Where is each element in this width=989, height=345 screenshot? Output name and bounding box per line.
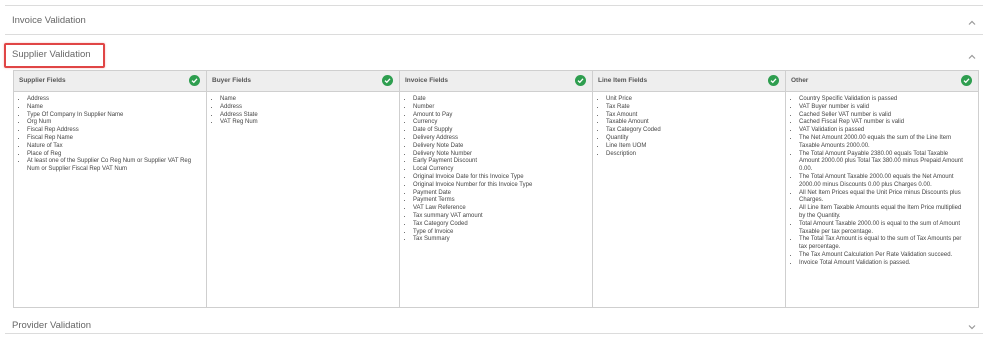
- list-item: Payment Date: [413, 190, 588, 198]
- column-header: Supplier Fields: [14, 71, 206, 92]
- list-item: VAT Law Reference: [413, 205, 588, 213]
- divider: [5, 34, 983, 35]
- column-title: Buyer Fields: [212, 77, 252, 84]
- list-item: Original Invoice Number for this Invoice…: [413, 182, 588, 190]
- column-header: Buyer Fields: [207, 71, 399, 92]
- column-line-item-fields: Line Item Fields Unit PriceTax RateTax A…: [593, 71, 786, 307]
- list-item: Delivery Note Date: [413, 143, 588, 151]
- field-list: NameAddressAddress StateVAT Reg Num: [220, 96, 395, 127]
- list-item: Tax Amount: [606, 112, 781, 120]
- list-item: Tax Category Coded: [606, 127, 781, 135]
- field-list: AddressNameType Of Company In Supplier N…: [27, 96, 202, 174]
- column-other: Other Country Specific Validation is pas…: [786, 71, 978, 307]
- list-item: All Net Item Prices equal the Unit Price…: [799, 190, 966, 206]
- list-item: Fiscal Rep Name: [27, 135, 202, 143]
- check-icon: [768, 75, 779, 86]
- list-item: The Total Tax Amount is equal to the sum…: [799, 236, 966, 252]
- list-item: Early Payment Discount: [413, 158, 588, 166]
- list-item: Name: [27, 104, 202, 112]
- list-item: Type of Invoice: [413, 229, 588, 237]
- column-supplier-fields: Supplier Fields AddressNameType Of Compa…: [14, 71, 207, 307]
- list-item: The Tax Amount Calculation Per Rate Vali…: [799, 252, 966, 260]
- chevron-up-icon[interactable]: [967, 18, 977, 28]
- column-title: Invoice Fields: [405, 77, 448, 84]
- list-item: Address: [27, 96, 202, 104]
- check-icon: [189, 75, 200, 86]
- list-item: Address: [220, 104, 395, 112]
- chevron-up-icon[interactable]: [967, 52, 977, 62]
- list-item: Local Currency: [413, 166, 588, 174]
- check-icon: [961, 75, 972, 86]
- provider-validation-header[interactable]: Provider Validation: [0, 313, 989, 339]
- column-header: Line Item Fields: [593, 71, 785, 92]
- list-item: Unit Price: [606, 96, 781, 104]
- column-title: Other: [791, 77, 809, 84]
- list-item: Taxable Amount: [606, 119, 781, 127]
- supplier-validation-header[interactable]: Supplier Validation: [0, 42, 989, 68]
- list-item: Tax summary VAT amount: [413, 213, 588, 221]
- list-item: Fiscal Rep Address: [27, 127, 202, 135]
- column-header: Other: [786, 71, 978, 92]
- list-item: Original Invoice Date for this Invoice T…: [413, 174, 588, 182]
- list-item: Currency: [413, 119, 588, 127]
- list-item: VAT Reg Num: [220, 119, 395, 127]
- invoice-validation-title: Invoice Validation: [12, 15, 86, 26]
- field-list: Country Specific Validation is passedVAT…: [799, 96, 966, 268]
- list-item: All Line Item Taxable Amounts equal the …: [799, 205, 966, 221]
- list-item: Line Item UOM: [606, 143, 781, 151]
- list-item: Country Specific Validation is passed: [799, 96, 966, 104]
- provider-validation-title: Provider Validation: [12, 320, 92, 331]
- list-item: Quantity: [606, 135, 781, 143]
- list-item: Address State: [220, 112, 395, 120]
- check-icon: [382, 75, 393, 86]
- list-item: Org Num: [27, 119, 202, 127]
- list-item: Number: [413, 104, 588, 112]
- list-item: The Net Amount 2000.00 equals the sum of…: [799, 135, 966, 151]
- supplier-validation-table: Supplier Fields AddressNameType Of Compa…: [13, 70, 979, 308]
- column-invoice-fields: Invoice Fields DateNumberAmount to PayCu…: [400, 71, 593, 307]
- divider: [5, 333, 983, 334]
- list-item: Payment Terms: [413, 197, 588, 205]
- list-item: Total Amount Taxable 2000.00 is equal to…: [799, 221, 966, 237]
- list-item: Tax Rate: [606, 104, 781, 112]
- field-list: DateNumberAmount to PayCurrencyDate of S…: [413, 96, 588, 244]
- list-item: Tax Category Coded: [413, 221, 588, 229]
- highlight-annotation: [4, 43, 105, 68]
- list-item: Description: [606, 151, 781, 159]
- list-item: Date of Supply: [413, 127, 588, 135]
- column-title: Supplier Fields: [19, 77, 66, 84]
- list-item: Amount to Pay: [413, 112, 588, 120]
- list-item: Delivery Note Number: [413, 151, 588, 159]
- list-item: At least one of the Supplier Co Reg Num …: [27, 158, 202, 174]
- list-item: Date: [413, 96, 588, 104]
- list-item: Name: [220, 96, 395, 104]
- list-item: Nature of Tax: [27, 143, 202, 151]
- list-item: Delivery Address: [413, 135, 588, 143]
- list-item: VAT Buyer number is valid: [799, 104, 966, 112]
- divider: [5, 5, 983, 6]
- invoice-validation-header[interactable]: Invoice Validation: [0, 7, 989, 33]
- chevron-down-icon[interactable]: [967, 322, 977, 332]
- list-item: Cached Fiscal Rep VAT number is valid: [799, 119, 966, 127]
- column-title: Line Item Fields: [598, 77, 648, 84]
- column-buyer-fields: Buyer Fields NameAddressAddress StateVAT…: [207, 71, 400, 307]
- list-item: The Total Amount Payable 2380.00 equals …: [799, 151, 966, 174]
- list-item: VAT Validation is passed: [799, 127, 966, 135]
- list-item: Invoice Total Amount Validation is passe…: [799, 260, 966, 268]
- list-item: The Total Amount Taxable 2000.00 equals …: [799, 174, 966, 190]
- list-item: Cached Seller VAT number is valid: [799, 112, 966, 120]
- list-item: Type Of Company In Supplier Name: [27, 112, 202, 120]
- list-item: Tax Summary: [413, 236, 588, 244]
- list-item: Place of Reg: [27, 151, 202, 159]
- check-icon: [575, 75, 586, 86]
- field-list: Unit PriceTax RateTax AmountTaxable Amou…: [606, 96, 781, 158]
- column-header: Invoice Fields: [400, 71, 592, 92]
